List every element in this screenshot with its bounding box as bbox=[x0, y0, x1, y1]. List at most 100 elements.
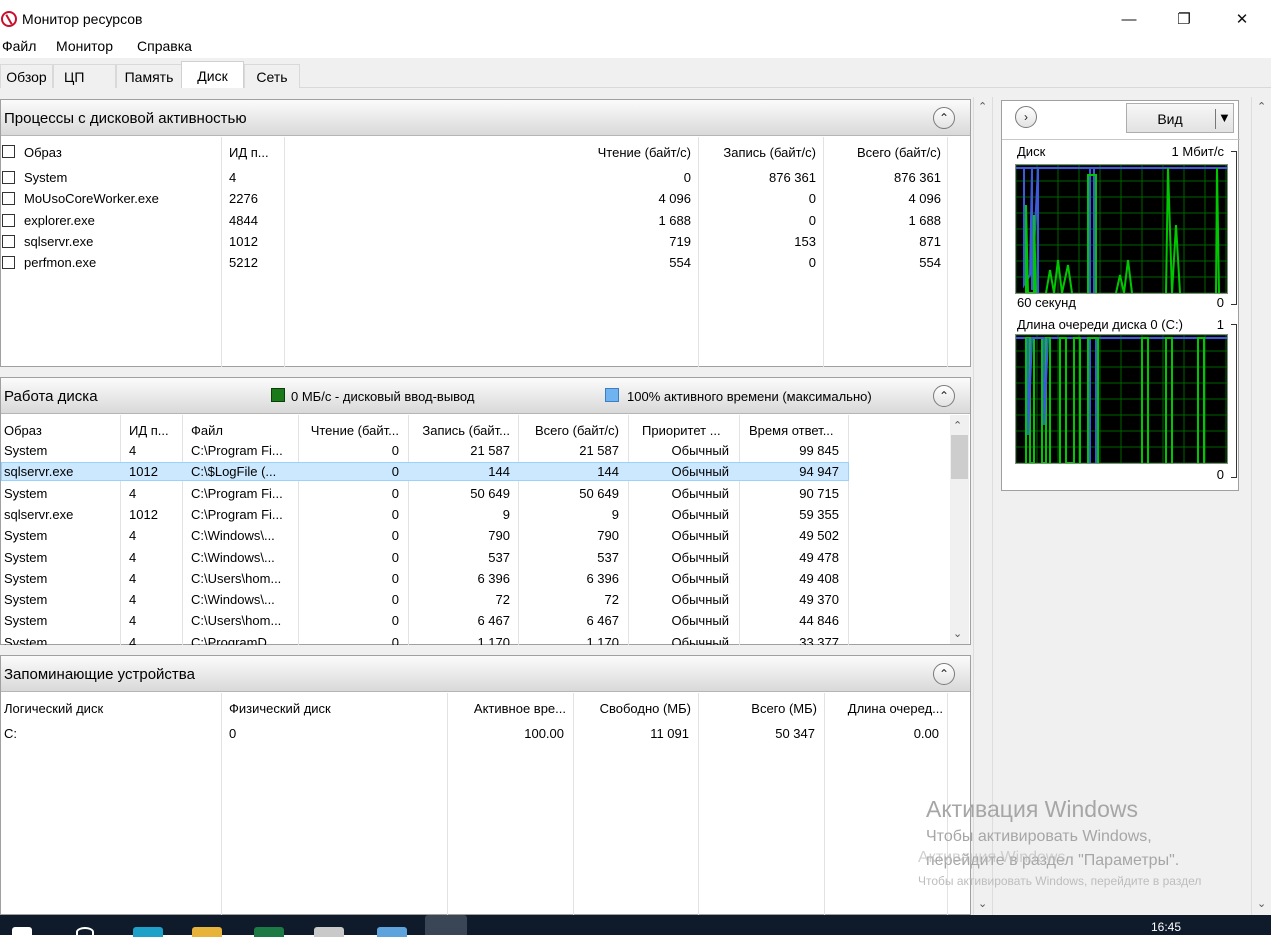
tab-cpu[interactable]: ЦП bbox=[53, 64, 116, 88]
disk-activity-scrollbar[interactable]: ⌃ ⌄ bbox=[950, 415, 969, 644]
processes-panel-title: Процессы с дисковой активностью bbox=[4, 110, 247, 127]
menu-help[interactable]: Справка bbox=[137, 38, 192, 54]
search-icon[interactable] bbox=[76, 927, 94, 937]
queue-graph bbox=[1015, 334, 1228, 464]
disk-activity-cell: 50 649 bbox=[470, 485, 510, 501]
col-free[interactable]: Свободно (МБ) bbox=[576, 701, 691, 716]
restore-button[interactable]: ❐ bbox=[1161, 6, 1207, 32]
graph-trace bbox=[1141, 337, 1149, 463]
process-cell: 2276 bbox=[229, 191, 258, 207]
disk-activity-cell: Обычный bbox=[671, 549, 729, 565]
storage-panel-header[interactable]: Запоминающие устройства ⌃ bbox=[1, 656, 970, 692]
disk-activity-cell: Обычный bbox=[671, 592, 729, 608]
tab-overview[interactable]: Обзор bbox=[0, 64, 53, 88]
dropdown-arrow-icon[interactable]: ▼ bbox=[1218, 110, 1231, 125]
collapse-icon[interactable]: ⌃ bbox=[933, 385, 955, 407]
close-button[interactable]: ✕ bbox=[1219, 6, 1265, 32]
disk-activity-panel-header[interactable]: Работа диска 0 МБ/с - дисковый ввод-выво… bbox=[1, 378, 970, 414]
disk-activity-panel: Работа диска 0 МБ/с - дисковый ввод-выво… bbox=[0, 377, 971, 645]
scroll-down-icon[interactable]: ⌄ bbox=[978, 897, 987, 910]
col-logical-disk[interactable]: Логический диск bbox=[4, 701, 103, 716]
menu-bar: Файл Монитор Справка bbox=[0, 36, 1271, 58]
process-cell: 5212 bbox=[229, 255, 258, 271]
collapse-icon[interactable]: ⌃ bbox=[933, 107, 955, 129]
col-queue-length[interactable]: Длина очеред... bbox=[827, 701, 943, 716]
disk-graph-label: Диск bbox=[1017, 144, 1046, 159]
process-cell: 0 bbox=[683, 170, 691, 185]
process-cell: 0 bbox=[808, 191, 816, 207]
col-read[interactable]: Чтение (байт/с) bbox=[541, 145, 691, 160]
disk-activity-cell: 21 587 bbox=[470, 443, 510, 458]
activation-watermark-ghost-line: Чтобы активировать Windows, перейдите в … bbox=[918, 874, 1202, 888]
tab-memory[interactable]: Память bbox=[116, 64, 182, 88]
left-pane-scrollbar[interactable]: ⌃ ⌄ bbox=[973, 97, 993, 915]
io-legend-label: 0 МБ/с - дисковый ввод-вывод bbox=[291, 389, 475, 404]
view-button[interactable]: Вид ▼ bbox=[1126, 103, 1234, 133]
menu-file[interactable]: Файл bbox=[2, 38, 36, 54]
window-icon[interactable] bbox=[377, 927, 407, 937]
queue-graph-min: 0 bbox=[1216, 467, 1224, 482]
storage-cell: 50 347 bbox=[775, 726, 815, 741]
tab-network[interactable]: Сеть bbox=[244, 64, 300, 88]
disk-activity-cell: 537 bbox=[597, 549, 619, 565]
activation-watermark-title: Активация Windows bbox=[926, 796, 1138, 822]
clock[interactable]: 16:45 bbox=[1151, 920, 1181, 934]
collapse-icon[interactable]: ⌃ bbox=[933, 663, 955, 685]
col-write[interactable]: Запись (байт/с) bbox=[701, 145, 816, 160]
disk-activity-cell: C:\Users\hom... bbox=[191, 570, 282, 586]
disk-activity-cell: 790 bbox=[488, 528, 510, 544]
col-pid[interactable]: ИД п... bbox=[229, 145, 269, 160]
view-button-label: Вид bbox=[1157, 111, 1183, 127]
col-total[interactable]: Всего (байт/с) bbox=[831, 145, 941, 160]
col-image[interactable]: Образ bbox=[24, 145, 62, 160]
select-all-checkbox[interactable] bbox=[2, 145, 15, 158]
scrollbar-thumb[interactable] bbox=[951, 435, 968, 479]
io-legend-swatch bbox=[271, 388, 285, 402]
disk-activity-cell: C:\ProgramD... bbox=[191, 634, 278, 645]
scroll-up-icon[interactable]: ⌃ bbox=[1257, 100, 1266, 113]
process-cell: 554 bbox=[669, 255, 691, 271]
process-checkbox[interactable] bbox=[2, 192, 15, 206]
process-cell: sqlservr.exe bbox=[24, 233, 94, 249]
tab-disk[interactable]: Диск bbox=[181, 61, 244, 89]
disk-activity-cell: 4 bbox=[129, 485, 137, 501]
disk-activity-cell: Обычный bbox=[671, 613, 729, 629]
disk-activity-cell: 94 947 bbox=[799, 464, 839, 480]
disk-activity-cell: 49 502 bbox=[799, 528, 839, 544]
disk-activity-cell: 0 bbox=[391, 443, 399, 458]
process-checkbox[interactable] bbox=[2, 213, 15, 227]
disk-activity-cell: 4 bbox=[129, 570, 137, 586]
process-cell: 1 688 bbox=[658, 212, 691, 228]
minimize-button[interactable]: — bbox=[1106, 6, 1152, 32]
col-active-time[interactable]: Активное вре... bbox=[449, 701, 566, 716]
disk-activity-cell: C:\Program Fi... bbox=[191, 485, 283, 501]
scroll-down-icon[interactable]: ⌄ bbox=[1257, 897, 1266, 910]
process-cell: perfmon.exe bbox=[24, 255, 97, 271]
process-checkbox[interactable] bbox=[2, 234, 15, 248]
disk-activity-cell: System bbox=[4, 549, 48, 565]
col-total-mb[interactable]: Всего (МБ) bbox=[701, 701, 817, 716]
right-pane-scrollbar[interactable]: ⌃ ⌄ bbox=[1251, 97, 1271, 915]
process-cell: 876 361 bbox=[769, 170, 816, 185]
col-physical-disk[interactable]: Физический диск bbox=[229, 701, 331, 716]
graph-trace bbox=[1215, 167, 1220, 294]
process-cell: System bbox=[24, 170, 68, 185]
disk-activity-cell: System bbox=[4, 528, 48, 544]
spreadsheet-icon[interactable] bbox=[254, 927, 284, 937]
disk-activity-cell: 4 bbox=[129, 549, 137, 565]
disk-activity-cell: 90 715 bbox=[799, 485, 839, 501]
menu-monitor[interactable]: Монитор bbox=[56, 38, 113, 54]
process-checkbox[interactable] bbox=[2, 256, 15, 270]
expand-right-icon[interactable]: › bbox=[1015, 106, 1037, 128]
scroll-up-icon[interactable]: ⌃ bbox=[978, 100, 987, 113]
resource-monitor-task-icon[interactable] bbox=[425, 915, 467, 935]
scroll-up-icon[interactable]: ⌃ bbox=[953, 419, 962, 432]
folder-icon[interactable] bbox=[192, 927, 222, 937]
start-icon[interactable] bbox=[12, 927, 32, 937]
disk-activity-cell: 1012 bbox=[129, 464, 158, 480]
app-icon[interactable] bbox=[314, 927, 344, 937]
edge-icon[interactable] bbox=[133, 927, 163, 937]
processes-panel-header[interactable]: Процессы с дисковой активностью ⌃ bbox=[1, 100, 970, 136]
process-checkbox[interactable] bbox=[2, 171, 15, 184]
scroll-down-icon[interactable]: ⌄ bbox=[953, 627, 962, 640]
